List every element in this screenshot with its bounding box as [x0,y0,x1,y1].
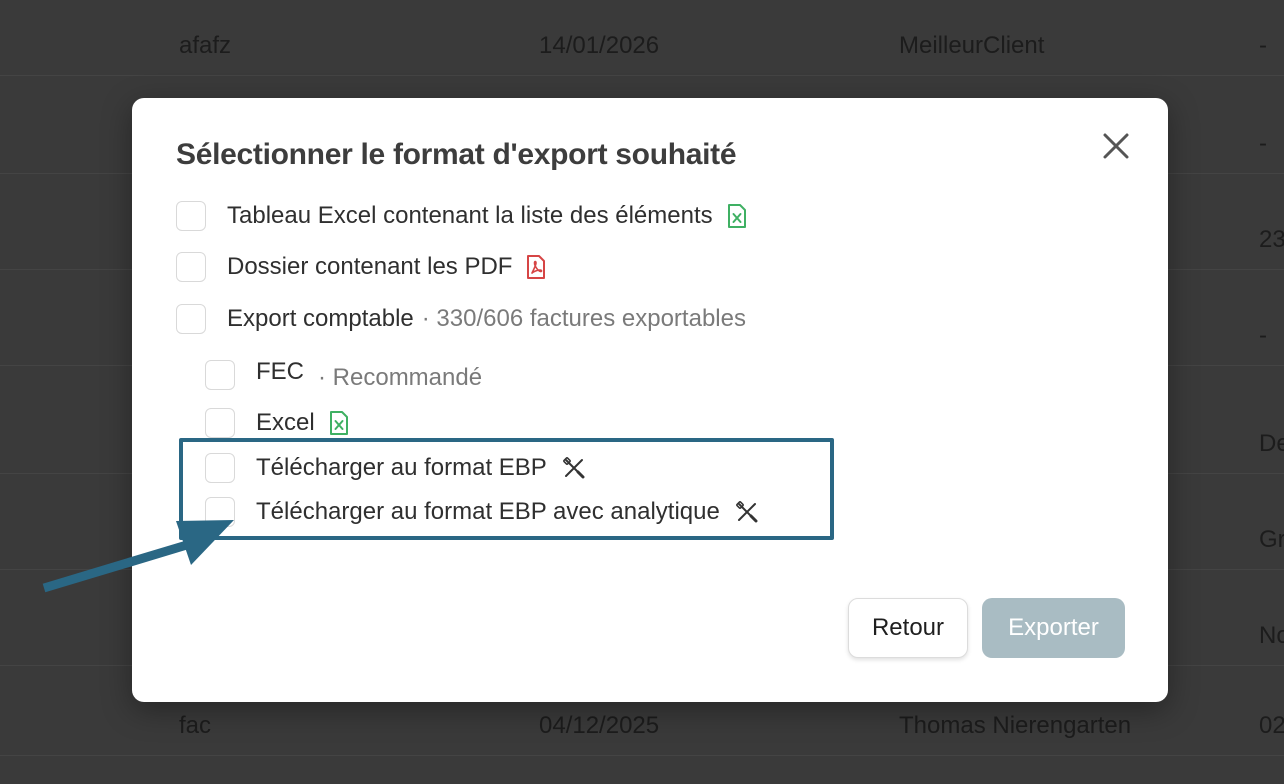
checkbox[interactable] [205,408,235,438]
option-pdf-folder[interactable]: Dossier contenant les PDF [176,252,546,282]
annotation-highlight-box [179,438,834,540]
pdf-file-icon [526,255,546,279]
option-label: Export comptable [227,305,414,332]
option-accounting-export[interactable]: Export comptable · 330/606 factures expo… [176,304,746,334]
close-button[interactable] [1100,130,1132,162]
recommended-tag: · Recommandé [318,364,483,391]
checkbox[interactable] [205,360,235,390]
export-button[interactable]: Exporter [982,598,1125,658]
close-icon [1103,133,1129,159]
excel-file-icon [727,204,747,228]
excel-file-icon [329,411,349,435]
exportable-count: · 330/606 factures exportables [421,305,746,332]
option-label: Dossier contenant les PDF [227,253,513,280]
option-label: FEC [256,358,304,385]
option-excel[interactable]: Excel [205,408,349,438]
dialog-title: Sélectionner le format d'export souhaité [176,138,737,171]
checkbox[interactable] [176,252,206,282]
option-fec[interactable]: FEC · Recommandé [205,358,483,391]
option-label: Excel [256,409,315,436]
back-button[interactable]: Retour [848,598,968,658]
option-label: Tableau Excel contenant la liste des élé… [227,202,713,229]
option-excel-list[interactable]: Tableau Excel contenant la liste des élé… [176,201,747,231]
export-format-dialog: Sélectionner le format d'export souhaité… [132,98,1168,702]
checkbox[interactable] [176,304,206,334]
checkbox[interactable] [176,201,206,231]
